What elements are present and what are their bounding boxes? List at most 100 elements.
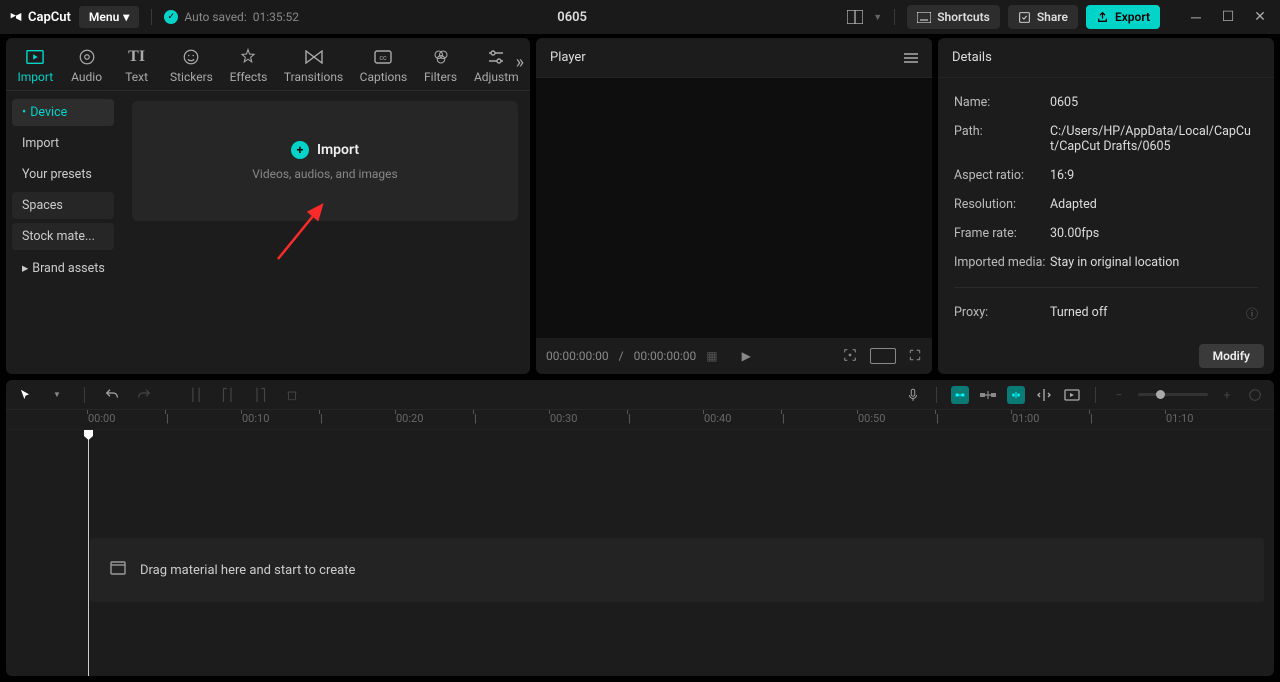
sidebar-item-label: Brand assets — [32, 261, 105, 276]
tab-effects[interactable]: Effects — [222, 44, 275, 90]
divider — [936, 387, 937, 403]
layout-icon[interactable] — [845, 7, 865, 27]
timeline-drop-hint[interactable]: Drag material here and start to create — [90, 538, 1264, 602]
text-icon: TI — [128, 48, 146, 66]
detail-value: C:/Users/HP/AppData/Local/CapCut/CapCut … — [1050, 124, 1258, 154]
sidebar-item-stock[interactable]: Stock mate... — [12, 223, 114, 250]
sidebar-item-spaces[interactable]: Spaces — [12, 192, 114, 219]
playhead[interactable] — [88, 430, 89, 676]
zoom-out-button[interactable]: − — [1110, 386, 1128, 404]
tab-text[interactable]: TI Text — [113, 44, 161, 90]
trim-left-tool[interactable]: ⎡⎮ — [219, 386, 237, 404]
check-icon: ✓ — [164, 10, 178, 24]
media-content: + Import Videos, audios, and images — [120, 91, 530, 374]
import-card[interactable]: + Import Videos, audios, and images — [132, 101, 518, 221]
tab-label: Text — [125, 70, 148, 84]
minimize-button[interactable]: ─ — [1184, 5, 1208, 29]
tab-filters[interactable]: Filters — [417, 44, 465, 90]
undo-button[interactable] — [103, 386, 121, 404]
cursor-tool[interactable] — [16, 386, 34, 404]
sidebar-item-device[interactable]: •Device — [12, 99, 114, 126]
close-button[interactable]: ✕ — [1248, 5, 1272, 29]
player-header: Player — [536, 38, 932, 78]
tab-label: Audio — [71, 70, 102, 84]
app-name: CapCut — [28, 10, 71, 25]
ruler-tick-minor: | — [166, 412, 169, 425]
svg-text:cc: cc — [380, 54, 388, 62]
timeline-toolbar: ▼ ⎮⎮ ⎡⎮ ⎮⎤ − + — [6, 380, 1274, 410]
import-title: Import — [317, 142, 359, 158]
magnet-icon[interactable] — [1007, 386, 1025, 404]
tab-audio[interactable]: Audio — [63, 44, 111, 90]
link-tracks-icon[interactable] — [979, 386, 997, 404]
dropdown-caret-icon[interactable]: ▼ — [873, 12, 882, 23]
align-icon[interactable] — [1035, 386, 1053, 404]
divider — [894, 9, 895, 25]
timeline-body[interactable]: Drag material here and start to create — [6, 430, 1274, 676]
autosave-label: Auto saved: — [184, 10, 246, 24]
preview-icon[interactable] — [1063, 386, 1081, 404]
tab-stickers[interactable]: Stickers — [163, 44, 221, 90]
detail-row-imported: Imported media:Stay in original location — [954, 248, 1258, 277]
shortcuts-button[interactable]: Shortcuts — [907, 5, 1000, 29]
split-tool[interactable]: ⎮⎮ — [187, 386, 205, 404]
player-title: Player — [550, 50, 586, 65]
time-total: 00:00:00:00 — [634, 349, 697, 363]
zoom-in-button[interactable]: + — [1218, 386, 1236, 404]
app-logo: CapCut — [8, 9, 71, 25]
modify-button[interactable]: Modify — [1199, 344, 1264, 368]
import-icon — [26, 48, 44, 66]
ruler-tick: 00:10 — [242, 412, 269, 425]
drop-hint-text: Drag material here and start to create — [140, 563, 355, 578]
tab-import[interactable]: Import — [10, 44, 61, 90]
scan-icon[interactable] — [842, 347, 858, 366]
tab-label: Effects — [230, 70, 268, 84]
share-button[interactable]: Share — [1008, 5, 1078, 29]
ruler-tick-minor: | — [628, 412, 631, 425]
mic-icon[interactable] — [904, 386, 922, 404]
effects-icon — [239, 48, 257, 66]
menu-button[interactable]: Menu ▾ — [79, 6, 139, 28]
tab-captions[interactable]: cc Captions — [352, 44, 414, 90]
ruler-tick-minor: | — [320, 412, 323, 425]
detail-value: Turned off — [1050, 305, 1108, 322]
redo-button[interactable] — [135, 386, 153, 404]
player-controls-right — [842, 347, 922, 366]
chevron-right-icon: ▸ — [22, 260, 28, 276]
logo-icon — [8, 9, 24, 25]
share-label: Share — [1037, 10, 1068, 24]
captions-icon: cc — [374, 48, 392, 66]
sidebar-item-presets[interactable]: Your presets — [12, 161, 114, 188]
sidebar-item-import[interactable]: Import — [12, 130, 114, 157]
ruler-tick-minor: | — [936, 412, 939, 425]
grid-icon[interactable]: ▦ — [706, 349, 717, 363]
tab-label: Transitions — [284, 70, 343, 84]
maximize-button[interactable]: ☐ — [1216, 5, 1240, 29]
slider-thumb[interactable] — [1156, 390, 1165, 399]
info-icon[interactable]: ⓘ — [1246, 305, 1258, 322]
export-button[interactable]: Export — [1086, 5, 1160, 29]
delete-tool[interactable] — [283, 386, 301, 404]
timeline-ruler[interactable]: 00:00 | 00:10 | 00:20 | 00:30 | 00:40 | … — [6, 410, 1274, 430]
ruler-tick: 01:00 — [1012, 412, 1039, 425]
ruler-tick: 01:10 — [1166, 412, 1193, 425]
tool-dropdown-icon[interactable]: ▼ — [48, 386, 66, 404]
tab-transitions[interactable]: Transitions — [277, 44, 351, 90]
tabs-more-icon[interactable]: » — [516, 52, 524, 73]
sidebar-item-brand[interactable]: ▸ Brand assets — [12, 254, 114, 282]
hamburger-icon[interactable] — [904, 53, 918, 63]
detail-value: Adapted — [1050, 197, 1258, 212]
timeline-toolbar-right: − + — [904, 386, 1264, 404]
detail-row-resolution: Resolution:Adapted — [954, 190, 1258, 219]
ratio-button[interactable] — [870, 348, 896, 364]
detail-value: Stay in original location — [1050, 255, 1258, 270]
trim-right-tool[interactable]: ⎮⎤ — [251, 386, 269, 404]
zoom-slider[interactable] — [1138, 393, 1208, 396]
play-button[interactable]: ▶ — [742, 349, 751, 363]
zoom-fit-icon[interactable] — [1246, 386, 1264, 404]
magnet-main-icon[interactable] — [951, 386, 969, 404]
ruler-tick: 00:30 — [550, 412, 577, 425]
fullscreen-icon[interactable] — [908, 348, 922, 365]
detail-label: Imported media: — [954, 255, 1050, 270]
player-viewport[interactable] — [536, 78, 932, 338]
